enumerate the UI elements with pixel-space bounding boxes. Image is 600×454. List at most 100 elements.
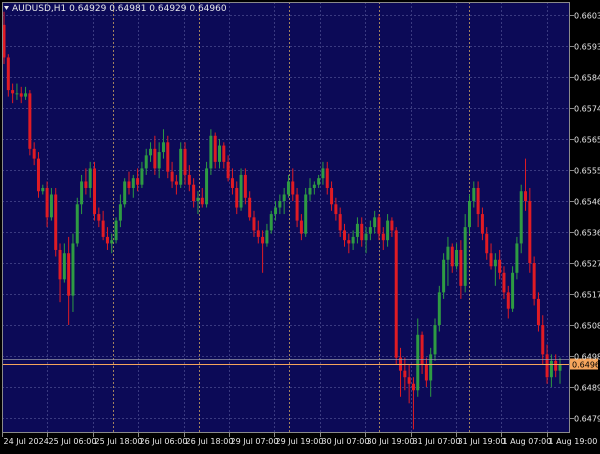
candle-body <box>101 220 105 237</box>
candle-body <box>463 227 467 286</box>
candle-body <box>325 168 329 188</box>
candle-body <box>144 155 148 169</box>
candle-body <box>45 187 49 218</box>
candle-body <box>166 142 170 172</box>
y-tick-label: 0.65460 <box>574 198 600 207</box>
y-tick-label: 0.65745 <box>574 105 600 114</box>
candle-body <box>295 194 299 221</box>
candle-body <box>32 148 36 159</box>
candle-body <box>97 214 101 221</box>
candle-body <box>265 230 269 244</box>
candle-body <box>515 243 519 273</box>
candle-body <box>524 191 528 202</box>
candle-body <box>248 197 252 218</box>
candle-body <box>226 161 230 179</box>
candle-body <box>480 214 484 234</box>
candle-body <box>179 148 183 185</box>
current-price-label: 0.64960 <box>572 361 600 370</box>
x-tick-label: 31 Jul 07:00 <box>413 437 461 446</box>
candle-body <box>489 253 493 267</box>
candle-body <box>360 223 364 241</box>
candle-body <box>252 217 256 231</box>
candle-body <box>304 194 308 234</box>
x-tick-label: 26 Jul 18:00 <box>186 437 234 446</box>
candle <box>123 178 127 208</box>
candle-body <box>24 93 28 97</box>
x-tick-label: 25 Jul 18:00 <box>95 437 143 446</box>
candle-body <box>442 259 446 293</box>
candle-body <box>84 181 88 188</box>
x-tick-label: 24 Jul 2024 <box>4 437 49 446</box>
candle-body <box>455 249 459 267</box>
candle-body <box>239 174 243 208</box>
candle-body <box>528 201 532 264</box>
candle <box>75 197 79 247</box>
candle <box>179 142 183 188</box>
candle-body <box>485 233 489 254</box>
candle-body <box>541 325 545 355</box>
candle <box>93 161 97 221</box>
candle-body <box>140 168 144 185</box>
x-axis: 24 Jul 2024 25 Jul 06:0025 Jul 18:0026 Ju… <box>2 433 598 446</box>
candle <box>532 256 536 306</box>
candle <box>304 187 308 237</box>
candle-body <box>554 360 558 371</box>
y-tick-label: 0.65840 <box>574 74 600 83</box>
candle-body <box>355 223 359 237</box>
candle-body <box>11 90 15 94</box>
y-tick-label: 0.64985 <box>574 353 600 362</box>
candle-body <box>519 191 523 244</box>
candle-body <box>411 383 415 391</box>
candle-body <box>437 292 441 326</box>
candle-body <box>136 178 140 185</box>
candle-body <box>373 217 377 228</box>
candle <box>114 217 118 244</box>
candle-body <box>174 181 178 185</box>
candle-body <box>93 168 97 215</box>
candle-body <box>467 201 471 228</box>
candle-body <box>536 298 540 326</box>
candle-body <box>498 259 502 273</box>
candle-body <box>80 181 84 205</box>
candle-body <box>192 184 196 202</box>
candle-body <box>157 152 161 169</box>
candle-body <box>558 364 562 371</box>
candle-body <box>62 253 66 280</box>
y-tick-label: 0.64795 <box>574 415 600 424</box>
candle-body <box>153 148 157 169</box>
candle-body <box>338 214 342 231</box>
y-tick-label: 0.65650 <box>574 136 600 145</box>
candle-body <box>269 214 273 231</box>
candle-body <box>351 236 355 244</box>
candle-body <box>15 93 19 95</box>
candle-body <box>127 181 131 188</box>
candle-body <box>183 148 187 175</box>
x-tick-label: 1 Aug 07:00 <box>503 437 552 446</box>
candle-body <box>532 263 536 299</box>
candle-body <box>476 187 480 215</box>
candle-body <box>330 187 334 205</box>
candle <box>442 253 446 299</box>
candle-body <box>472 187 476 202</box>
candle-body <box>429 354 433 381</box>
candle-body <box>545 354 549 378</box>
x-tick-label: 31 Jul 19:00 <box>458 437 506 446</box>
candle-body <box>213 135 217 162</box>
candle <box>28 90 32 156</box>
y-tick-label: 0.65270 <box>574 260 600 269</box>
candle <box>36 152 40 198</box>
candle-body <box>274 207 278 215</box>
candle-body <box>36 158 40 192</box>
candle-body <box>243 174 247 198</box>
y-tick-label: 0.65555 <box>574 167 600 176</box>
candle-body <box>6 57 10 91</box>
candle-body <box>506 292 510 309</box>
candle-body <box>19 93 23 97</box>
candle-body <box>54 194 58 250</box>
candle-body <box>416 334 420 391</box>
candle-body <box>317 178 321 185</box>
price-chart[interactable]: 0.64960 0.66030 0.65935 0.65840 0.65745 0.65… <box>0 0 600 450</box>
chart-canvas[interactable]: 0.64960 0.66030 0.65935 0.65840 0.65745 0.65… <box>0 0 600 450</box>
candle-body <box>75 204 79 244</box>
x-tick-label: 1 Aug 19:00 <box>549 437 598 446</box>
